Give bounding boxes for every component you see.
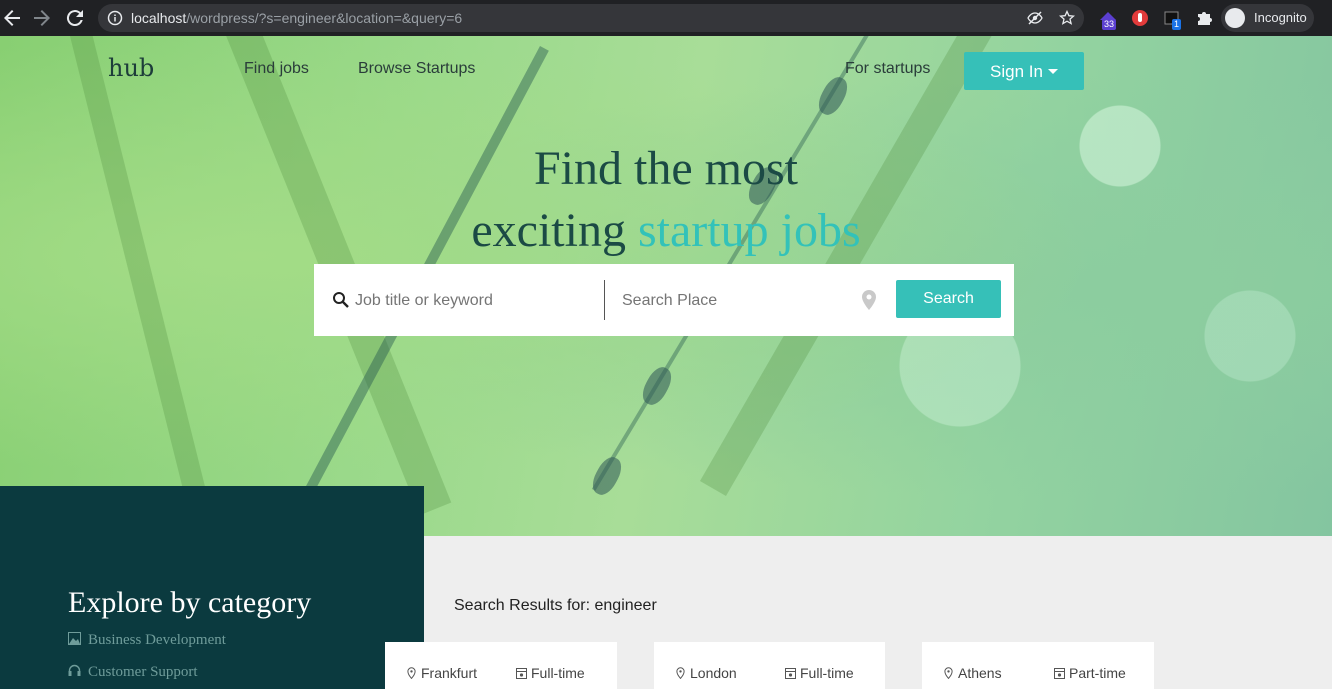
headline-line-1: Find the most <box>533 142 799 195</box>
extension-hand-icon[interactable] <box>1130 8 1150 28</box>
nav-browse-startups[interactable]: Browse Startups <box>358 60 475 78</box>
sign-in-label: Sign In <box>990 62 1043 81</box>
info-icon[interactable] <box>107 10 123 26</box>
search-button[interactable]: Search <box>896 280 1001 318</box>
caret-down-icon <box>1048 69 1058 74</box>
site-logo[interactable]: hub <box>108 54 154 82</box>
job-type: Part-time <box>1054 665 1126 681</box>
extension-badge: 1 <box>1172 19 1182 30</box>
search-results-title: Search Results for: engineer <box>454 597 657 614</box>
hero-headline: Find the most exciting startup jobs <box>0 138 1332 262</box>
extension-hat-icon[interactable]: 33 <box>1098 8 1118 30</box>
headline-line-2: exciting startup jobs <box>0 200 1332 262</box>
extensions-puzzle-icon[interactable] <box>1194 8 1214 28</box>
category-item-business-development[interactable]: Business Development <box>68 632 226 649</box>
headset-icon <box>68 664 81 676</box>
job-location-text: London <box>690 665 737 681</box>
category-item-customer-support[interactable]: Customer Support <box>68 664 198 681</box>
location-pin-icon <box>944 667 953 679</box>
location-pin-icon <box>676 667 685 679</box>
job-card[interactable]: Frankfurt Full-time <box>385 642 617 689</box>
calendar-icon <box>785 668 796 679</box>
location-pin-icon <box>862 290 876 310</box>
grass-decoration <box>60 36 217 536</box>
category-title: Explore by category <box>68 586 312 619</box>
job-type-text: Full-time <box>531 665 585 681</box>
category-label: Customer Support <box>88 664 198 680</box>
headline-accent: startup jobs <box>637 204 861 257</box>
job-type-text: Full-time <box>800 665 854 681</box>
nav-for-startups[interactable]: For startups <box>845 60 930 78</box>
location-pin-icon <box>407 667 416 679</box>
calendar-icon <box>516 668 527 679</box>
keyword-input[interactable] <box>355 286 595 316</box>
eye-off-icon[interactable] <box>1027 10 1043 26</box>
extension-cube-icon[interactable]: 1 <box>1162 8 1182 30</box>
job-search-form: Search <box>314 264 1014 336</box>
job-card[interactable]: London Full-time <box>654 642 885 689</box>
job-location: Frankfurt <box>406 665 477 681</box>
category-panel: Explore by category Business Development… <box>0 486 424 689</box>
job-location-text: Frankfurt <box>421 665 478 681</box>
job-type: Full-time <box>785 665 854 681</box>
job-type: Full-time <box>516 665 585 681</box>
browser-toolbar: localhost/wordpress/?s=engineer&location… <box>0 0 1332 36</box>
search-icon <box>333 292 349 308</box>
forward-icon[interactable] <box>30 6 54 30</box>
address-bar[interactable]: localhost/wordpress/?s=engineer&location… <box>98 4 1084 32</box>
search-divider <box>604 280 605 320</box>
category-label: Business Development <box>88 632 226 648</box>
reload-icon[interactable] <box>63 6 87 30</box>
ant-decoration <box>587 453 627 499</box>
job-location: Athens <box>943 665 1002 681</box>
incognito-label: Incognito <box>1254 10 1307 25</box>
job-location-text: Athens <box>958 665 1002 681</box>
star-icon[interactable] <box>1059 10 1075 26</box>
nav-find-jobs[interactable]: Find jobs <box>244 60 309 78</box>
incognito-profile-button[interactable]: Incognito <box>1221 4 1314 32</box>
job-card[interactable]: Athens Part-time <box>922 642 1154 689</box>
extension-badge: 33 <box>1102 19 1117 30</box>
place-input[interactable] <box>622 286 852 316</box>
headline-plain: exciting <box>471 204 626 257</box>
image-icon <box>68 632 81 645</box>
incognito-icon <box>1225 8 1245 28</box>
calendar-icon <box>1054 668 1065 679</box>
sign-in-button[interactable]: Sign In <box>964 52 1084 90</box>
job-location: London <box>675 665 737 681</box>
back-icon[interactable] <box>0 6 24 30</box>
url-text: localhost/wordpress/?s=engineer&location… <box>131 10 463 26</box>
job-type-text: Part-time <box>1069 665 1126 681</box>
